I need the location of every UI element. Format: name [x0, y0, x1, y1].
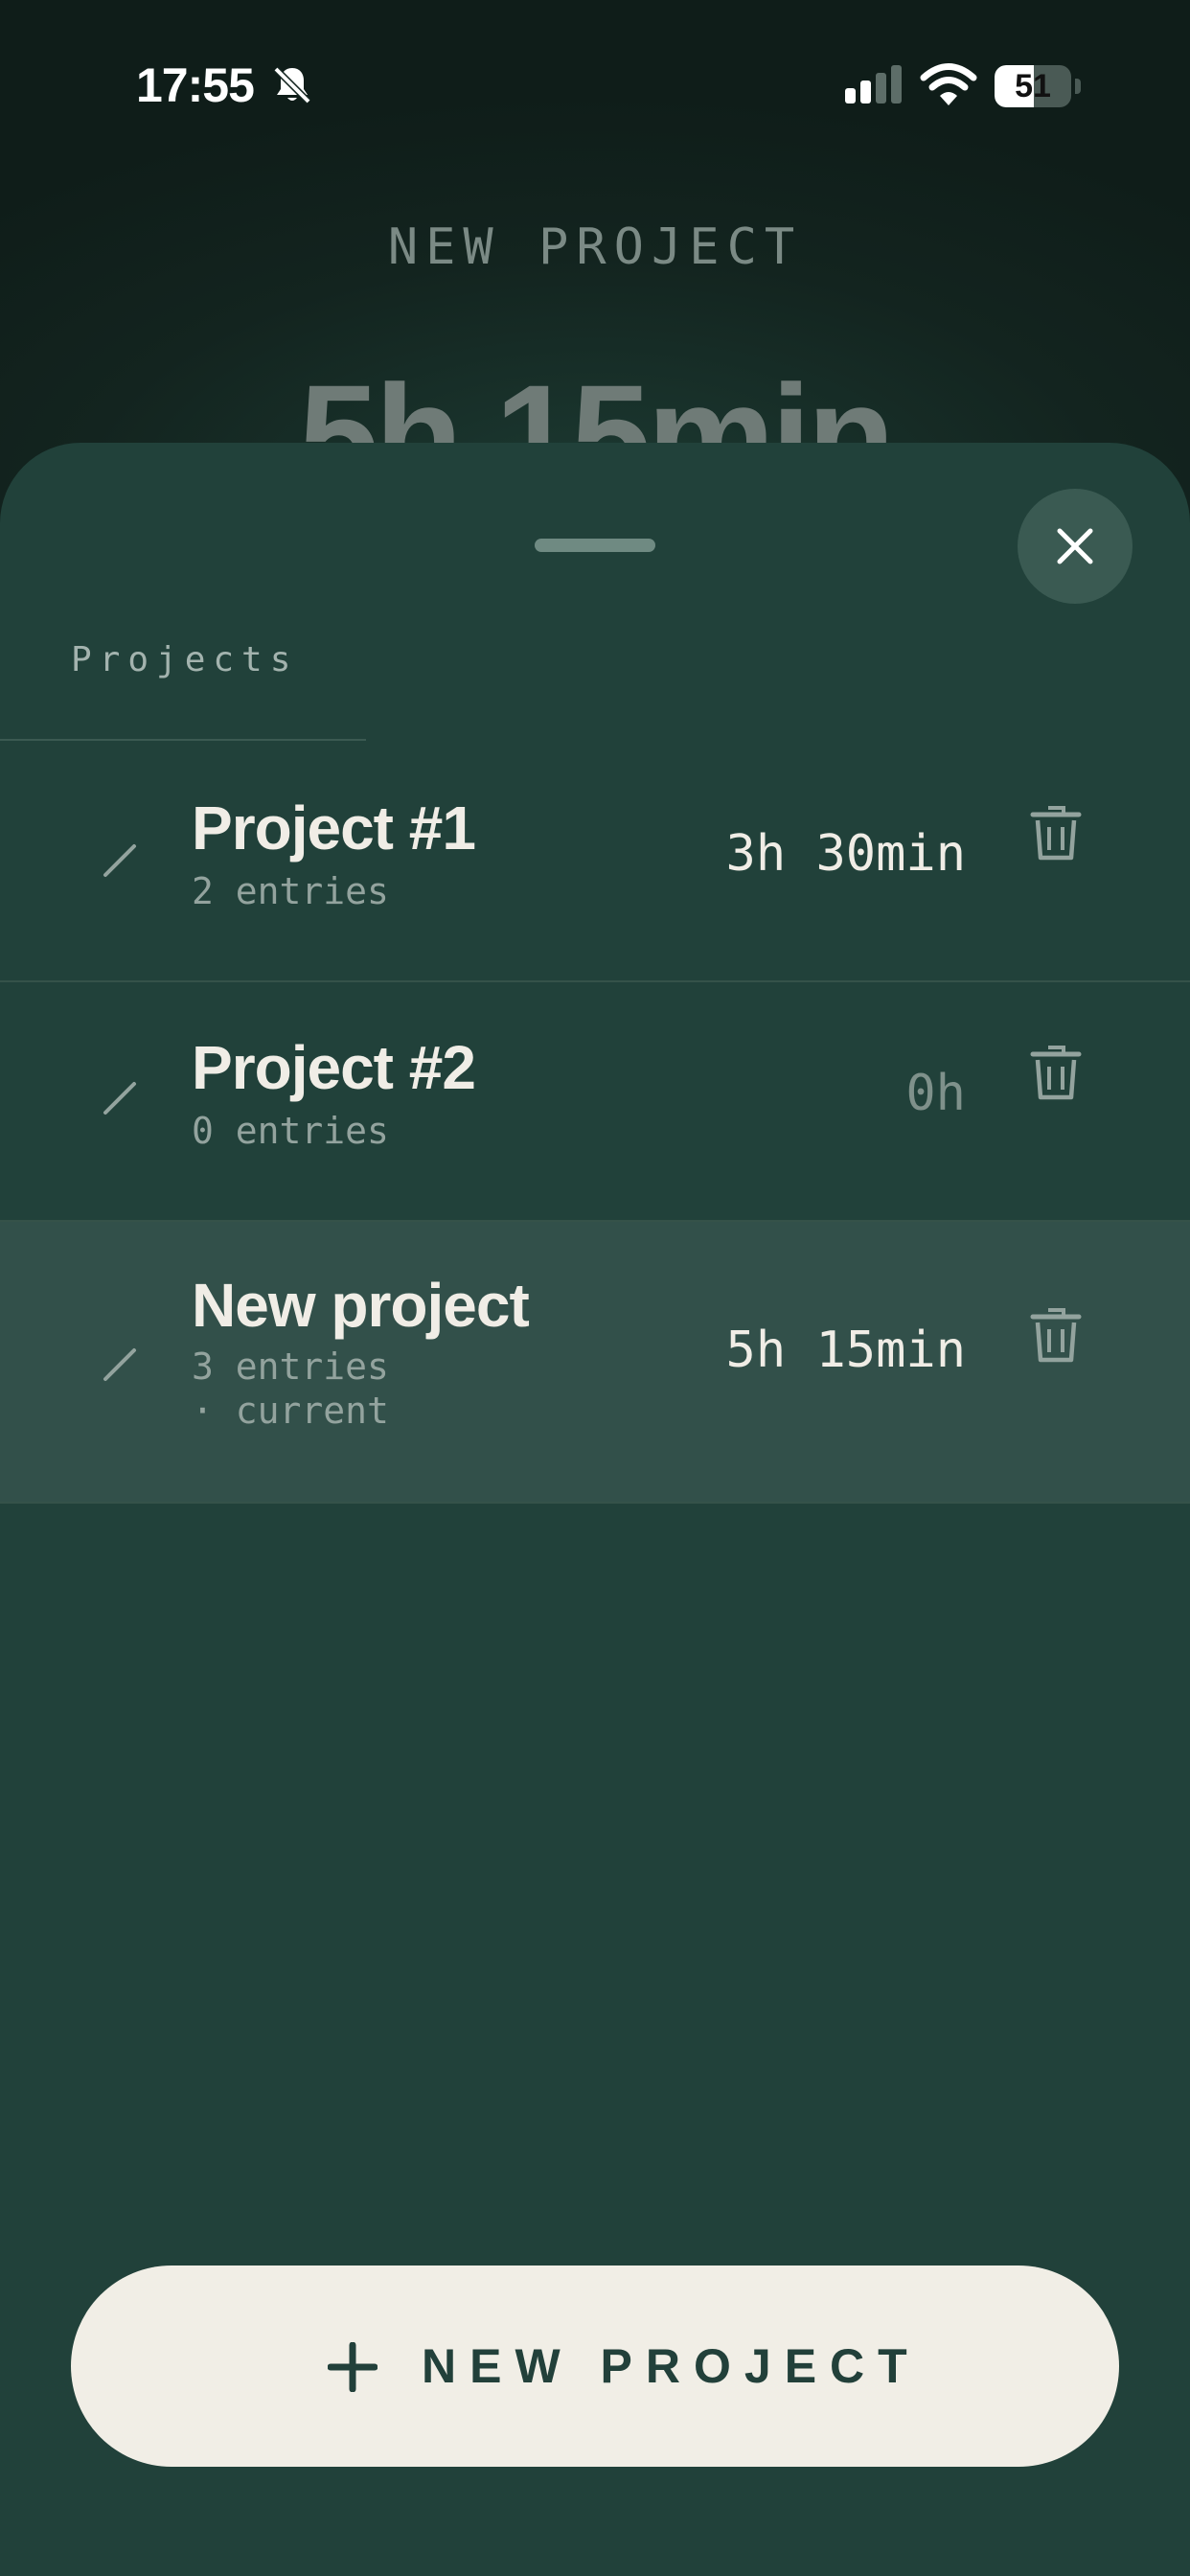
trash-icon[interactable]: [1027, 1042, 1085, 1103]
close-button[interactable]: [1018, 489, 1133, 604]
section-label: Projects: [71, 640, 299, 679]
current-badge: · current: [192, 1390, 389, 1432]
wifi-icon: [920, 63, 977, 105]
project-duration: 0h: [905, 1065, 966, 1122]
status-time: 17:55: [136, 58, 255, 112]
pencil-icon[interactable]: [102, 840, 140, 879]
new-project-label: NEW PROJECT: [422, 2339, 921, 2393]
battery-body: 51: [995, 65, 1071, 107]
project-entries: 3 entries: [192, 1346, 389, 1388]
bell-slash-icon: [273, 66, 311, 104]
trash-icon[interactable]: [1027, 802, 1085, 863]
project-entries: 0 entries: [192, 1110, 389, 1152]
pencil-icon[interactable]: [102, 1078, 140, 1116]
new-project-button[interactable]: NEW PROJECT: [71, 2266, 1119, 2467]
project-name: New project: [192, 1271, 530, 1340]
battery-cap: [1075, 79, 1081, 94]
status-bar: 17:55 51: [0, 0, 1190, 172]
signal-icon: [845, 65, 902, 104]
sheet-grabber[interactable]: [535, 539, 655, 552]
project-duration: 3h 30min: [725, 825, 966, 883]
close-icon: [1057, 528, 1093, 564]
battery-icon: 51: [995, 65, 1083, 107]
project-name: Project #1: [192, 794, 476, 862]
project-row[interactable]: Project #2 0 entries 0h: [0, 982, 1190, 1222]
project-entries: 2 entries: [192, 870, 389, 912]
background-title: NEW PROJECT: [387, 218, 803, 276]
trash-icon[interactable]: [1027, 1304, 1085, 1366]
project-row[interactable]: Project #1 2 entries 3h 30min: [0, 741, 1190, 982]
plus-icon: [328, 2342, 378, 2392]
pencil-icon[interactable]: [102, 1345, 140, 1383]
project-duration: 5h 15min: [725, 1322, 966, 1379]
projects-sheet: Projects Project #1 2 entries 3h 30min P…: [0, 443, 1190, 2576]
project-row-current[interactable]: New project 3 entries · current 5h 15min: [0, 1222, 1190, 1504]
project-name: Project #2: [192, 1033, 476, 1102]
battery-level: 51: [1015, 68, 1051, 104]
